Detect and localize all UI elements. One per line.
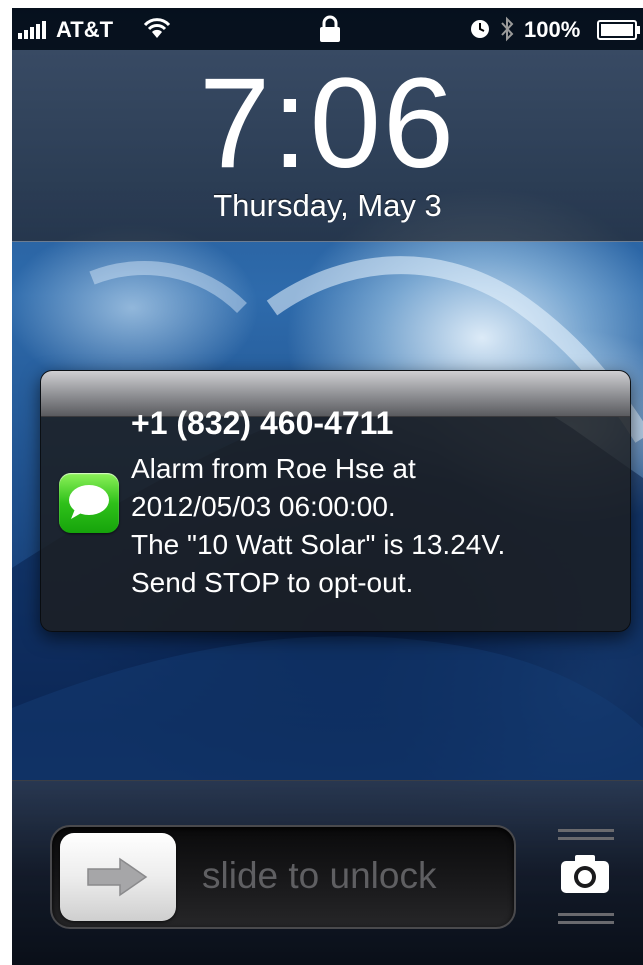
camera-button[interactable] <box>554 829 616 927</box>
clock-time: 7:06 <box>198 52 457 195</box>
notification-message-line: Alarm from Roe Hse at <box>131 453 416 484</box>
notification-message-line: 2012/05/03 06:00:00. <box>131 491 396 522</box>
camera-grip-line <box>558 837 614 840</box>
notification-message-line: Send STOP to opt-out. <box>131 567 414 598</box>
lock-icon <box>320 15 340 42</box>
messages-icon <box>59 473 119 533</box>
time-panel: 7:06 Thursday, May 3 <box>12 50 643 242</box>
notification-message-line: The "10 Watt Solar" is 13.24V. <box>131 529 506 560</box>
camera-grip-line <box>558 921 614 924</box>
battery-icon <box>597 20 640 40</box>
camera-grip-line <box>558 829 614 832</box>
slide-to-unlock-label: slide to unlock <box>202 855 437 896</box>
camera-icon <box>561 855 609 893</box>
signal-icon <box>18 21 46 39</box>
wifi-icon <box>144 18 170 38</box>
slide-to-unlock-track[interactable]: slide to unlock <box>50 825 516 929</box>
status-bar: AT&T 100% <box>12 8 643 50</box>
notification-sender: +1 (832) 460-4711 <box>131 405 394 441</box>
camera-grip-line <box>558 913 614 916</box>
alarm-icon <box>471 20 489 38</box>
bluetooth-icon <box>501 16 514 42</box>
slide-to-unlock-knob[interactable] <box>60 833 176 921</box>
lock-screen: AT&T 100% 7:06 Thursday, May 3 +1 (832) … <box>12 8 643 965</box>
arrow-right-icon <box>87 857 148 897</box>
carrier-name: AT&T <box>56 17 114 42</box>
sms-notification[interactable]: +1 (832) 460-4711 Alarm from Roe Hse at … <box>40 370 631 632</box>
battery-percentage: 100% <box>524 17 581 42</box>
unlock-tray: slide to unlock <box>12 780 643 965</box>
date-label: Thursday, May 3 <box>213 188 442 223</box>
